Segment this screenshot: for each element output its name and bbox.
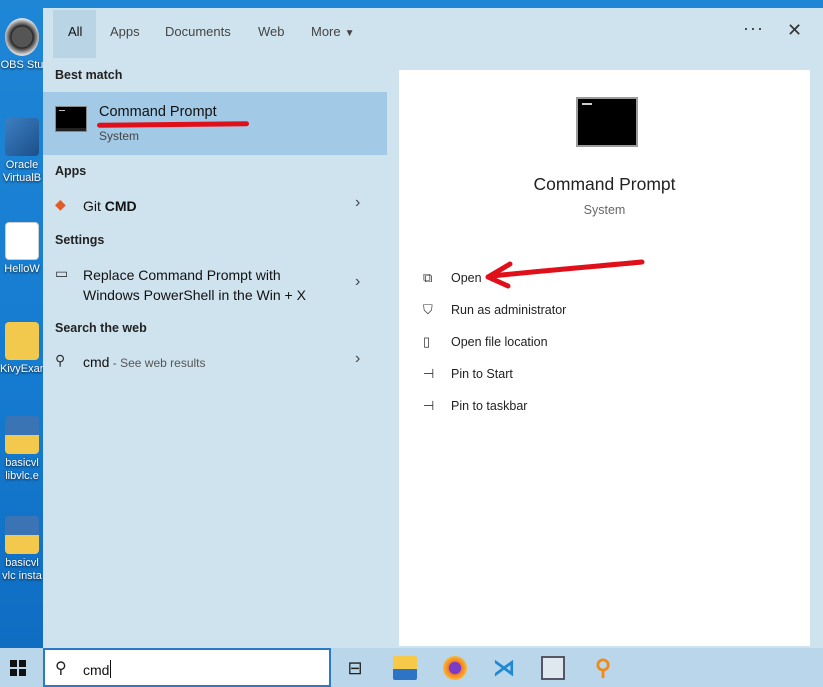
pin-icon: ⊣ <box>423 366 435 381</box>
best-match-title: Command Prompt <box>99 104 217 120</box>
file-location-icon: ▯ <box>423 334 431 349</box>
more-options-icon[interactable]: ··· <box>743 18 764 39</box>
desktop-icon-label: KivyExan <box>0 363 44 375</box>
task-view-icon[interactable]: ⊟ <box>343 656 367 680</box>
desktop-icon-label: Oracle VirtualB <box>2 159 42 184</box>
monitor-app-icon[interactable] <box>541 656 565 680</box>
tab-documents[interactable]: Documents <box>165 24 231 39</box>
tab-web[interactable]: Web <box>258 24 285 39</box>
python-file-icon <box>5 222 39 260</box>
desktop-icon-hello[interactable]: HelloW <box>0 222 44 276</box>
tab-more-label: More <box>311 24 341 39</box>
desktop-icon-kivy[interactable]: KivyExan <box>0 322 44 376</box>
firefox-icon[interactable] <box>443 656 467 680</box>
search-app-icon[interactable]: ⚲ <box>591 656 615 680</box>
text-cursor <box>110 660 112 678</box>
tab-more[interactable]: More ▼ <box>311 24 355 39</box>
obs-icon <box>5 18 39 56</box>
caret-down-icon: ▼ <box>344 28 355 39</box>
desktop-icon-label: OBS Stu <box>0 59 44 71</box>
apps-heading: Apps <box>55 164 87 178</box>
app-result-label: Git CMD <box>83 198 137 214</box>
keyboard-icon: ▭ <box>55 265 69 281</box>
best-match-heading: Best match <box>55 68 123 82</box>
preview-pane: Command Prompt System ⧉ Open ⛉ Run as admi… <box>399 70 810 646</box>
search-input[interactable]: cmd <box>83 660 112 678</box>
search-icon: ⚲ <box>55 352 66 368</box>
virtualbox-icon <box>5 118 39 156</box>
red-arrow-annotation <box>485 259 645 289</box>
action-run-as-admin[interactable]: ⛉ Run as administrator <box>423 302 566 318</box>
search-icon: ⚲ <box>55 660 67 677</box>
settings-result-label: Replace Command Prompt with Windows Power… <box>83 267 306 303</box>
desktop-icon-basicvlc2[interactable]: basicvl vlc insta <box>0 516 44 583</box>
settings-result-powershell[interactable]: ▭ Replace Command Prompt with Windows Pow… <box>43 263 387 307</box>
folder-icon <box>5 322 39 360</box>
best-match-subtitle: System <box>99 129 140 143</box>
tab-apps[interactable]: Apps <box>110 24 140 39</box>
desktop-icon-label: basicvl libvlc.e <box>5 457 39 482</box>
taskbar-search-box[interactable]: ⚲ cmd <box>43 648 331 687</box>
search-flyout: All Apps Documents Web More ▼ ··· ✕ Best … <box>43 8 823 648</box>
preview-subtitle: System <box>583 203 626 217</box>
vscode-icon[interactable]: ⋊ <box>492 656 516 680</box>
python-file-icon <box>5 516 39 554</box>
tab-all[interactable]: All <box>68 24 82 39</box>
command-prompt-icon <box>55 106 87 132</box>
desktop-icon-label: basicvl vlc insta <box>2 557 42 582</box>
desktop-icon-virtualbox[interactable]: Oracle VirtualB <box>0 118 44 185</box>
action-open-file-location[interactable]: ▯ Open file location <box>423 334 548 350</box>
command-prompt-icon <box>576 97 638 147</box>
git-icon: ◆ <box>55 196 66 212</box>
red-underline-annotation <box>96 121 250 128</box>
windows-start-icon[interactable] <box>10 660 26 676</box>
web-result-cmd[interactable]: ⚲ cmd - See web results › <box>43 350 387 378</box>
desktop-icon-label: HelloW <box>4 263 40 275</box>
file-explorer-icon[interactable] <box>393 656 417 680</box>
desktop-icon-basicvlc1[interactable]: basicvl libvlc.e <box>0 416 44 483</box>
preview-title: Command Prompt <box>533 174 676 194</box>
shield-icon: ⛉ <box>423 302 433 317</box>
results-list: Best match Command Prompt System Apps ◆ … <box>43 58 399 648</box>
pin-icon: ⊣ <box>423 398 435 413</box>
action-pin-to-taskbar[interactable]: ⊣ Pin to taskbar <box>423 398 527 414</box>
filter-tabs: All Apps Documents Web More ▼ ··· ✕ <box>43 8 823 58</box>
action-pin-to-start[interactable]: ⊣ Pin to Start <box>423 366 513 382</box>
settings-heading: Settings <box>55 233 105 247</box>
best-match-item[interactable]: Command Prompt System <box>43 92 387 155</box>
python-file-icon <box>5 416 39 454</box>
desktop-icon-obs[interactable]: OBS Stu <box>0 18 44 72</box>
chevron-right-icon[interactable]: › <box>355 194 360 212</box>
search-web-heading: Search the web <box>55 321 147 335</box>
chevron-right-icon[interactable]: › <box>355 350 360 368</box>
web-result-label: cmd - See web results <box>83 354 206 370</box>
app-result-git-cmd[interactable]: ◆ Git CMD › <box>43 194 387 222</box>
chevron-right-icon[interactable]: › <box>355 273 360 291</box>
taskbar: ⚲ cmd ⊟ ⋊ ⚲ <box>0 648 823 687</box>
close-icon[interactable]: ✕ <box>787 20 802 41</box>
